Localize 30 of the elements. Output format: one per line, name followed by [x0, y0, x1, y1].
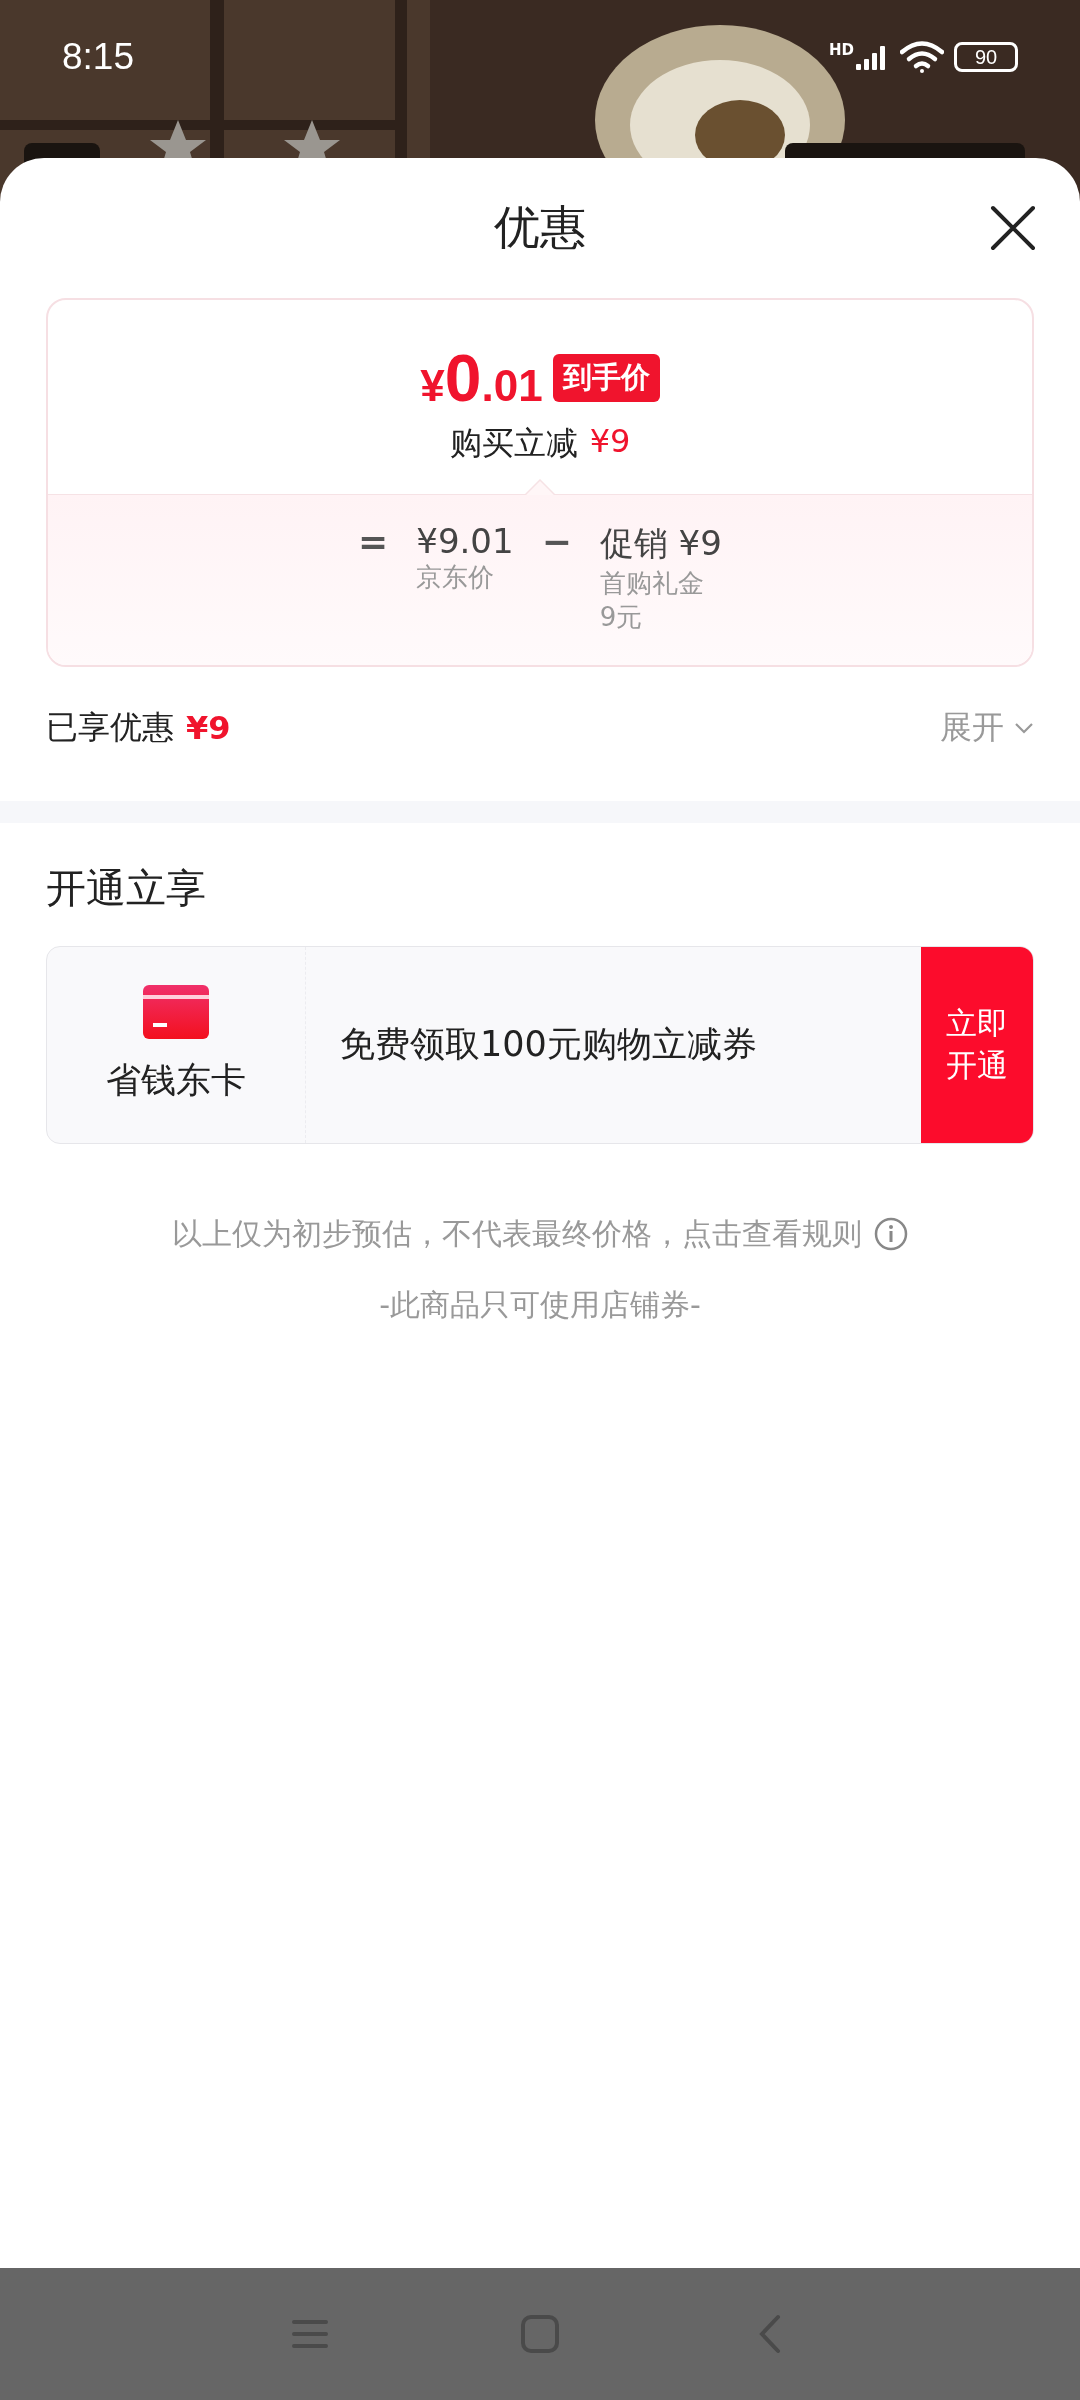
info-icon[interactable]	[874, 1217, 908, 1252]
wifi-icon	[900, 41, 944, 73]
reduction-amount: ¥9	[589, 422, 631, 462]
card-name: 省钱东卡	[106, 1059, 246, 1103]
price-term: 促销 ¥9	[599, 522, 722, 565]
sheet-title: 优惠	[494, 199, 586, 256]
savings-label: 已享优惠	[46, 706, 174, 748]
term-note: 9元	[599, 600, 644, 634]
term-note: 首购礼金	[599, 567, 705, 600]
home-icon[interactable]	[520, 2314, 560, 2354]
expand-link[interactable]: 展开	[940, 705, 1034, 750]
status-time: 8:15	[62, 36, 134, 78]
price-term: ¥9.01	[416, 521, 514, 561]
operator-sign: =	[358, 521, 389, 562]
chevron-down-icon	[1014, 721, 1034, 734]
price-badge: 到手价	[552, 354, 660, 402]
final-price: ¥0.01	[420, 340, 543, 416]
term-note: 京东价	[416, 561, 496, 594]
offer-text: 免费领取100元购物立减券	[339, 1023, 758, 1067]
card-icon	[143, 985, 209, 1040]
section-title: 开通立享	[45, 863, 207, 913]
disclaimer-text[interactable]: 以上仅为初步预估，不代表最终价格，点击查看规则	[172, 1213, 862, 1255]
activate-button[interactable]: 立即开通	[921, 946, 1033, 1143]
operator-sign: −	[541, 521, 572, 562]
savings-amount: ¥9	[186, 708, 231, 747]
coupon-note: -此商品只可使用店铺券-	[378, 1285, 702, 1324]
close-icon[interactable]	[990, 205, 1036, 251]
reduction-label: 购买立减	[449, 423, 578, 464]
network-label: HD	[829, 41, 854, 59]
battery-icon: 90	[954, 42, 1018, 72]
